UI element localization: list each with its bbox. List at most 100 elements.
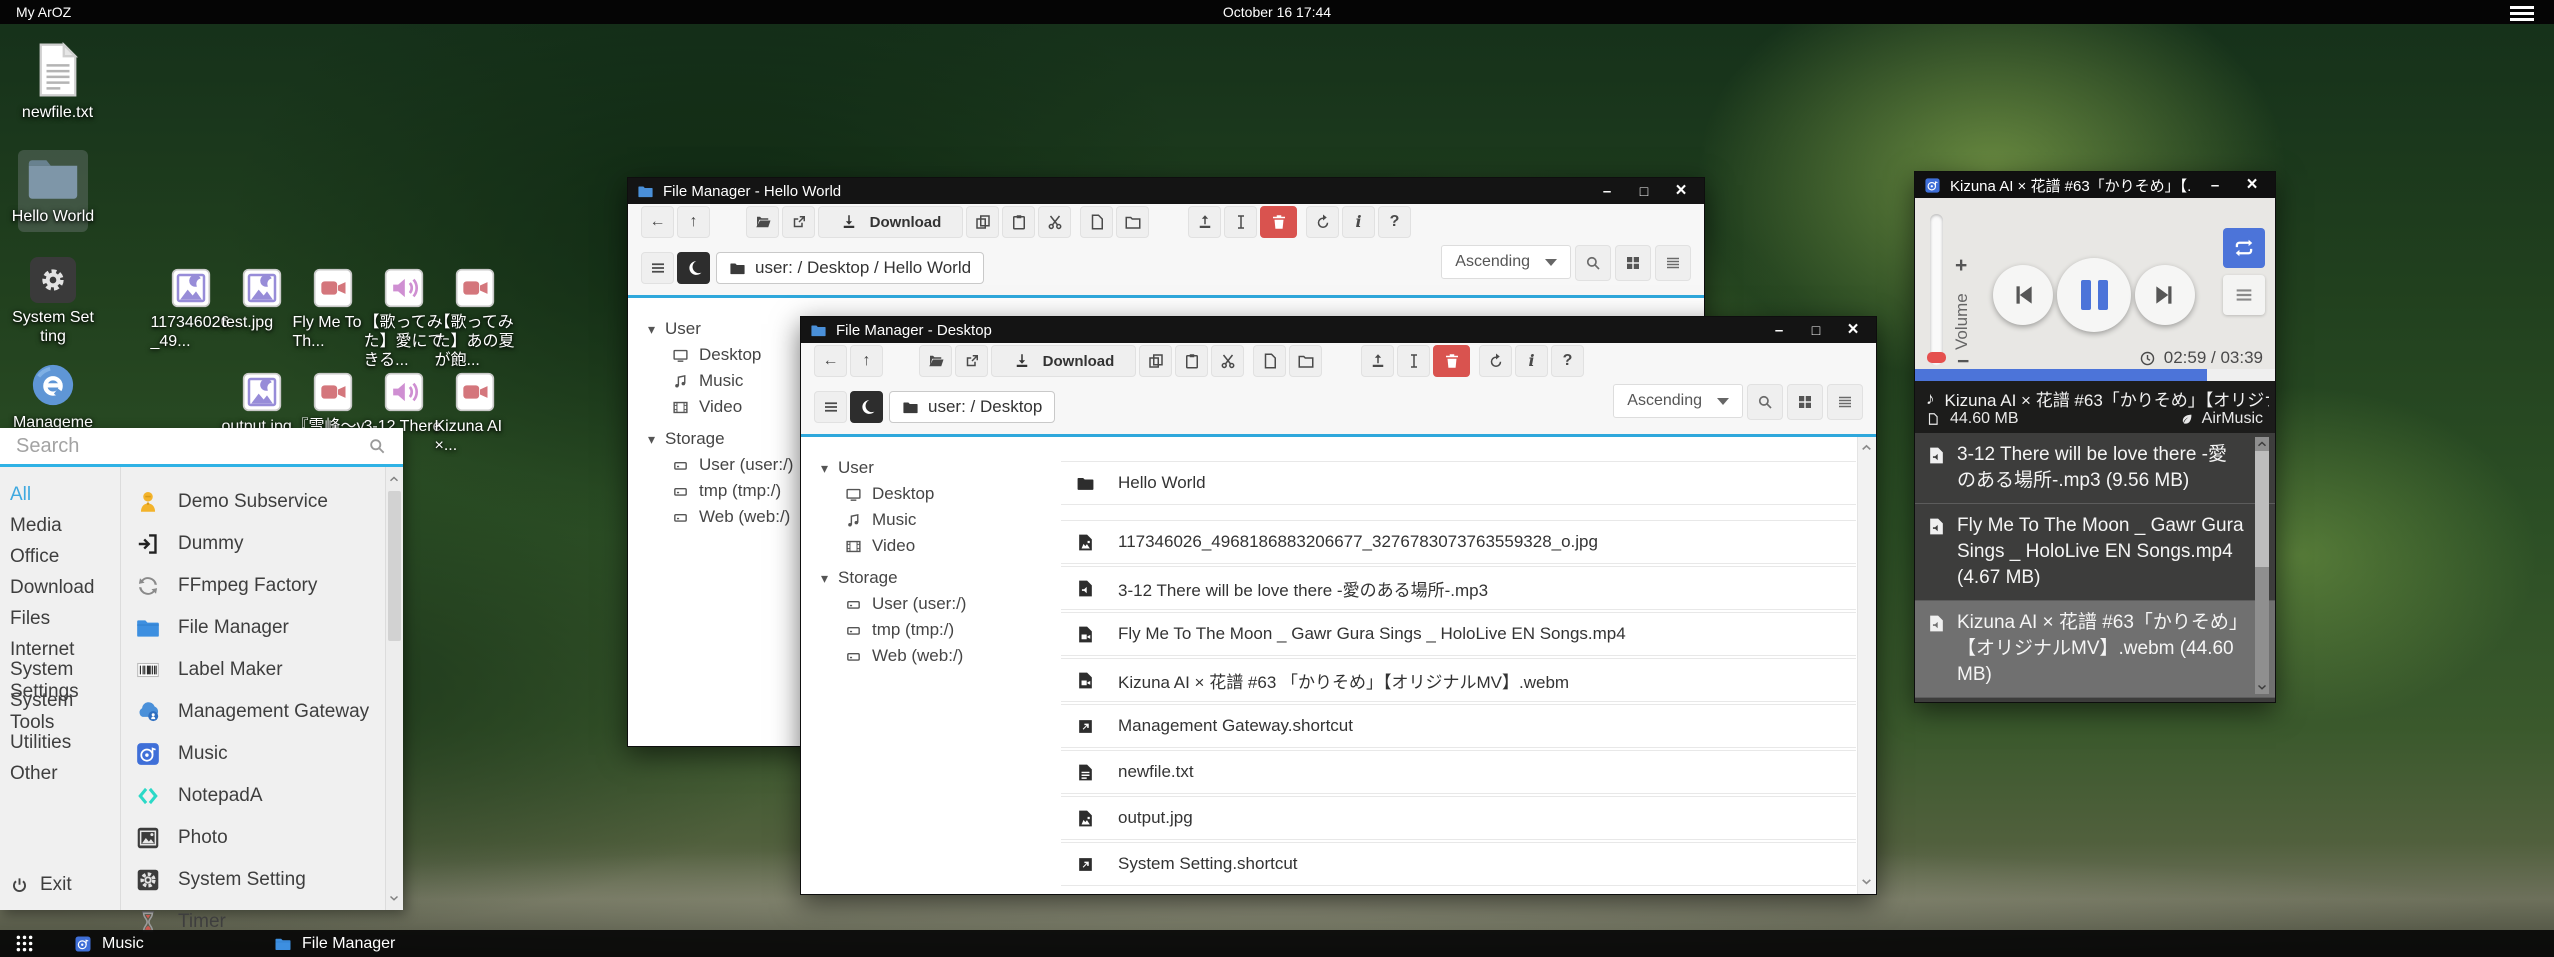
volume-slider-thumb[interactable] xyxy=(1927,352,1946,363)
category-item[interactable]: Files xyxy=(0,603,120,634)
chevron-up-icon[interactable] xyxy=(1860,441,1873,454)
app-list-item[interactable]: Dummy xyxy=(121,523,385,565)
taskbar-item-music[interactable]: Music xyxy=(74,934,144,953)
new-file-button[interactable] xyxy=(1080,206,1113,238)
file-row[interactable]: newfile.txt xyxy=(1061,750,1856,794)
upload-button[interactable] xyxy=(1188,206,1221,238)
title-bar[interactable]: Kizuna AI × 花譜 #63「かりそめ」【... xyxy=(1915,172,2275,198)
copy-button[interactable] xyxy=(1139,345,1172,377)
file-row[interactable]: Kizuna AI × 花譜 #63 「かりそめ」【オリジナルMV】.webm xyxy=(1061,658,1856,702)
sort-order-select[interactable]: Ascending xyxy=(1441,245,1571,279)
search-button[interactable] xyxy=(1747,384,1783,420)
app-list-item[interactable]: System Setting xyxy=(121,859,385,901)
file-row[interactable]: 117346026_4968186883206677_3276783073763… xyxy=(1061,520,1856,564)
category-item[interactable]: Media xyxy=(0,510,120,541)
app-list-item[interactable]: File Manager xyxy=(121,607,385,649)
desktop-icon-hello-world[interactable]: Hello World xyxy=(18,150,88,232)
sidebar-item[interactable]: User xyxy=(821,455,1036,481)
exit-button[interactable]: Exit xyxy=(10,874,72,896)
menu-button[interactable] xyxy=(641,252,674,284)
title-bar[interactable]: File Manager - Hello World xyxy=(628,178,1704,204)
delete-button[interactable] xyxy=(1260,206,1297,238)
dark-mode-button[interactable] xyxy=(677,252,710,284)
sidebar-item[interactable]: Music xyxy=(821,507,1036,533)
playlist-menu-button[interactable] xyxy=(2223,275,2265,315)
category-item[interactable]: Other xyxy=(0,758,120,789)
rename-button[interactable] xyxy=(1224,206,1257,238)
desktop-icon-system-setting[interactable]: System Setting xyxy=(8,257,98,346)
sidebar-item[interactable]: User (user:/) xyxy=(821,591,1036,617)
sidebar-item[interactable]: tmp (tmp:/) xyxy=(821,617,1036,643)
grid-view-button[interactable] xyxy=(1787,384,1823,420)
search-input[interactable] xyxy=(14,434,357,459)
new-folder-button[interactable] xyxy=(1289,345,1322,377)
desktop-icon-newfile[interactable]: newfile.txt xyxy=(10,42,105,122)
desktop-icon-management-gateway[interactable]: Manageme xyxy=(8,362,98,432)
chevron-up-icon[interactable] xyxy=(2256,438,2268,450)
sidebar-item[interactable]: Storage xyxy=(821,565,1036,591)
file-row[interactable]: output.jpg xyxy=(1061,796,1856,840)
info-button[interactable] xyxy=(1515,345,1548,377)
sidebar-item[interactable]: Video xyxy=(821,533,1036,559)
search-icon[interactable] xyxy=(367,436,387,456)
app-list-item[interactable]: FFmpeg Factory xyxy=(121,565,385,607)
airmusic-badge[interactable]: AirMusic xyxy=(2180,410,2263,428)
scrollbar-thumb[interactable] xyxy=(388,491,401,641)
rename-button[interactable] xyxy=(1397,345,1430,377)
breadcrumb[interactable]: user: / Desktop / Hello World xyxy=(716,252,984,284)
app-list-item[interactable]: Photo xyxy=(121,817,385,859)
category-item[interactable]: All xyxy=(0,479,120,510)
up-button[interactable] xyxy=(677,206,710,238)
category-item[interactable]: Office xyxy=(0,541,120,572)
upload-button[interactable] xyxy=(1361,345,1394,377)
menu-scrollbar[interactable] xyxy=(385,467,403,910)
volume-up-label[interactable]: + xyxy=(1955,254,1967,278)
desktop-icon[interactable]: Fly Me To Th... xyxy=(297,268,368,370)
refresh-button[interactable] xyxy=(1479,345,1512,377)
breadcrumb[interactable]: user: / Desktop xyxy=(889,391,1055,423)
list-view-button[interactable] xyxy=(1655,245,1691,281)
chevron-down-icon[interactable] xyxy=(388,892,400,904)
playlist-item[interactable]: 3-12 There will be love there -愛のある場所-.m… xyxy=(1915,433,2275,504)
app-list-item[interactable]: Demo Subservice xyxy=(121,481,385,523)
playlist-item[interactable]: Fly Me To The Moon _ Gawr Gura Sings _ H… xyxy=(1915,504,2275,601)
list-view-button[interactable] xyxy=(1827,384,1863,420)
download-button[interactable]: Download xyxy=(818,206,963,238)
progress-bar[interactable] xyxy=(1915,369,2275,381)
maximize-icon[interactable] xyxy=(1802,322,1830,339)
playlist-item[interactable]: 『雪峰 ~yukimine~ Piano & Strings Ver.』を歌って… xyxy=(1915,698,2275,702)
menu-button[interactable] xyxy=(814,391,847,423)
new-file-button[interactable] xyxy=(1253,345,1286,377)
help-button[interactable] xyxy=(1378,206,1411,238)
pause-button[interactable] xyxy=(2057,258,2131,332)
top-menu-icon[interactable] xyxy=(2510,6,2534,21)
file-row[interactable]: Fly Me To The Moon _ Gawr Gura Sings _ H… xyxy=(1061,612,1856,656)
cut-button[interactable] xyxy=(1211,345,1244,377)
delete-button[interactable] xyxy=(1433,345,1470,377)
sort-order-select[interactable]: Ascending xyxy=(1613,384,1743,418)
cut-button[interactable] xyxy=(1038,206,1071,238)
chevron-down-icon[interactable] xyxy=(2256,681,2268,693)
desktop-icon[interactable]: test.jpg xyxy=(226,268,297,370)
playlist-scrollbar[interactable] xyxy=(2255,437,2269,694)
scrollbar-thumb[interactable] xyxy=(2255,451,2269,567)
sidebar-item[interactable]: Web (web:/) xyxy=(821,643,1036,669)
search-button[interactable] xyxy=(1575,245,1611,281)
file-row[interactable]: System Setting.shortcut xyxy=(1061,842,1856,886)
open-in-new-button[interactable] xyxy=(782,206,815,238)
file-row[interactable]: 3-12 There will be love there -愛のある場所-.m… xyxy=(1061,566,1856,610)
app-list-item[interactable]: Management Gateway xyxy=(121,691,385,733)
repeat-button[interactable] xyxy=(2223,228,2265,268)
category-item[interactable]: Download xyxy=(0,572,120,603)
desktop-icon[interactable]: 【歌ってみた】愛にできる... xyxy=(368,268,439,370)
category-item[interactable]: System Tools xyxy=(0,696,120,727)
paste-button[interactable] xyxy=(1175,345,1208,377)
info-button[interactable] xyxy=(1342,206,1375,238)
file-row[interactable]: Hello World xyxy=(1061,461,1856,505)
minimize-icon[interactable] xyxy=(2201,177,2229,194)
copy-button[interactable] xyxy=(966,206,999,238)
desktop-icon[interactable]: 【歌ってみた】あの夏が飽... xyxy=(439,268,510,370)
app-list-item[interactable]: NotepadA xyxy=(121,775,385,817)
desktop-icon[interactable]: Kizuna AI ×... xyxy=(439,372,510,455)
chevron-up-icon[interactable] xyxy=(388,473,400,485)
